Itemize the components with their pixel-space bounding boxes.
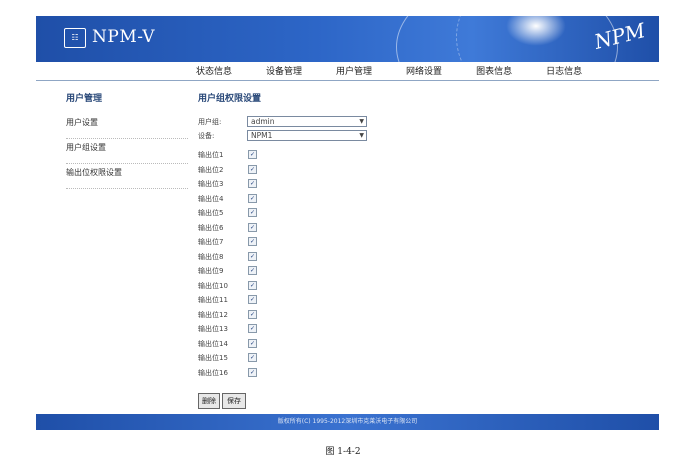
output-checkbox[interactable]: ✓: [248, 295, 257, 304]
output-label: 输出位10: [198, 281, 228, 290]
output-checkbox[interactable]: ✓: [248, 251, 257, 261]
output-checkbox[interactable]: ✓: [248, 179, 257, 188]
sidebar-item-group-settings[interactable]: 用户组设置: [66, 141, 188, 164]
output-row: 输出位4 ✓: [198, 193, 257, 204]
group-select[interactable]: admin ▼: [247, 116, 367, 127]
output-row: 输出位14 ✓: [198, 338, 257, 349]
output-label: 输出位7: [198, 238, 224, 246]
device-select-value: NPM1: [251, 131, 273, 140]
sidebar-item-user-settings[interactable]: 用户设置: [66, 116, 188, 139]
brand-logo-icon: ☷: [64, 28, 86, 48]
output-checkbox[interactable]: ✓: [248, 353, 257, 362]
output-row: 输出位3 ✓: [198, 179, 257, 189]
sidebar-title: 用户管理: [66, 94, 103, 104]
output-row: 输出位15 ✓: [198, 353, 257, 363]
output-label: 输出位11: [198, 296, 228, 304]
footer-copyright: 版权所有(C) 1995-2012深圳市克莱沃电子有限公司: [36, 414, 659, 430]
output-row: 输出位13 ✓: [198, 324, 257, 334]
output-row: 输出位11 ✓: [198, 295, 257, 305]
output-row: 输出位16 ✓: [198, 367, 257, 378]
decor-glow: [506, 16, 566, 46]
output-label: 输出位12: [198, 310, 228, 319]
save-button[interactable]: 保存: [222, 393, 246, 409]
output-label: 输出位9: [198, 267, 224, 275]
header-banner: ☷ NPM-V NPM: [36, 16, 659, 62]
output-checkbox[interactable]: ✓: [248, 164, 257, 174]
output-checkbox[interactable]: ✓: [248, 367, 257, 377]
output-checkbox[interactable]: ✓: [248, 338, 257, 348]
output-label: 输出位2: [198, 165, 224, 174]
output-row: 输出位10 ✓: [198, 280, 257, 291]
device-label: 设备:: [198, 132, 215, 140]
output-row: 输出位12 ✓: [198, 309, 257, 320]
group-row: 用户组: admin ▼: [198, 116, 367, 129]
output-label: 输出位1: [198, 151, 224, 159]
output-row: 输出位2 ✓: [198, 164, 257, 175]
sidebar: 用户设置 用户组设置 输出位权限设置: [66, 116, 188, 191]
page-title: 用户组权限设置: [198, 94, 262, 104]
group-label: 用户组:: [198, 118, 222, 126]
output-row: 输出位6 ✓: [198, 222, 257, 233]
output-row: 输出位9 ✓: [198, 266, 257, 276]
output-row: 输出位8 ✓: [198, 251, 257, 262]
output-checkbox[interactable]: ✓: [248, 280, 257, 290]
output-row: 输出位7 ✓: [198, 237, 257, 247]
output-checkbox[interactable]: ✓: [248, 237, 257, 246]
output-label: 输出位3: [198, 180, 224, 188]
output-checkbox[interactable]: ✓: [248, 266, 257, 275]
output-checkbox[interactable]: ✓: [248, 324, 257, 333]
device-row: 设备: NPM1 ▼: [198, 130, 367, 143]
output-label: 输出位5: [198, 209, 224, 217]
chevron-down-icon: ▼: [359, 118, 364, 125]
output-checkbox[interactable]: ✓: [248, 193, 257, 203]
output-row: 输出位5 ✓: [198, 208, 257, 218]
output-label: 输出位14: [198, 339, 228, 348]
device-select[interactable]: NPM1 ▼: [247, 130, 367, 141]
nav-divider: [36, 80, 659, 81]
output-label: 输出位6: [198, 223, 224, 232]
output-checkbox[interactable]: ✓: [248, 150, 257, 159]
group-select-value: admin: [251, 117, 275, 126]
app-frame: ☷ NPM-V NPM 状态信息 设备管理 用户管理 网络设置 图表信息 日志信…: [36, 16, 659, 430]
output-row: 输出位1 ✓: [198, 150, 257, 160]
output-checkbox[interactable]: ✓: [248, 222, 257, 232]
output-label: 输出位13: [198, 325, 228, 333]
output-checkbox[interactable]: ✓: [248, 208, 257, 217]
output-label: 输出位16: [198, 368, 228, 377]
output-label: 输出位15: [198, 354, 228, 362]
app-title: NPM-V: [92, 27, 156, 47]
output-label: 输出位8: [198, 252, 224, 261]
chevron-down-icon: ▼: [359, 132, 364, 139]
output-label: 输出位4: [198, 194, 224, 203]
sidebar-item-output-permissions[interactable]: 输出位权限设置: [66, 166, 188, 189]
delete-button[interactable]: 删除: [198, 393, 220, 409]
figure-caption: 图 1-4-2: [325, 447, 361, 457]
output-checkbox[interactable]: ✓: [248, 309, 257, 319]
